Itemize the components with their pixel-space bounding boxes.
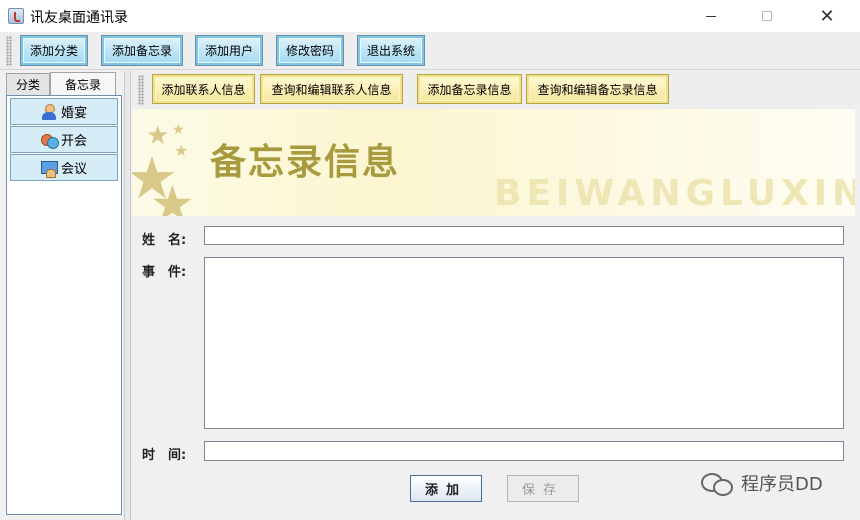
java-cup-icon	[8, 8, 24, 24]
time-label: 时 间:	[142, 448, 187, 463]
list-item[interactable]: 开会	[10, 126, 118, 153]
wechat-icon	[701, 471, 733, 496]
toolbar-grip[interactable]	[6, 36, 12, 66]
banner-title: 备忘录信息	[210, 142, 401, 183]
meeting-icon	[40, 160, 58, 178]
add-category-label: 添加分类	[23, 38, 85, 63]
event-textarea[interactable]	[204, 257, 844, 429]
star-icon: ★	[150, 175, 195, 216]
add-memo-button[interactable]: 添加备忘录	[101, 35, 183, 66]
name-input[interactable]	[204, 226, 844, 245]
list-item-label: 婚宴	[60, 106, 87, 121]
minimize-button[interactable]	[688, 0, 734, 32]
star-icon: ★	[174, 141, 189, 160]
list-item[interactable]: 婚宴	[10, 98, 118, 125]
query-edit-contact-button[interactable]: 查询和编辑联系人信息	[260, 74, 403, 104]
list-item[interactable]: 会议	[10, 154, 118, 181]
query-edit-contact-label: 查询和编辑联系人信息	[263, 77, 400, 101]
star-icon: ★	[172, 122, 185, 138]
close-button[interactable]: ✕	[804, 0, 850, 32]
close-icon: ✕	[819, 5, 835, 27]
watermark-text: 程序员DD	[741, 474, 823, 495]
add-memo-info-label: 添加备忘录信息	[420, 77, 519, 101]
sub-toolbar-grip[interactable]	[138, 75, 144, 105]
change-password-label: 修改密码	[279, 38, 341, 63]
banner-subtitle: BEIWANGLUXINXI	[494, 173, 855, 214]
person-icon	[41, 103, 57, 120]
group-icon	[40, 132, 59, 149]
minimize-icon	[706, 15, 716, 17]
title-bar: 讯友桌面通讯录 ✕	[0, 0, 860, 32]
add-contact-info-label: 添加联系人信息	[155, 77, 252, 101]
left-panel: 分类 备忘录 婚宴 开会 会议	[2, 71, 123, 517]
add-category-button[interactable]: 添加分类	[20, 35, 88, 66]
sub-toolbar: 添加联系人信息 查询和编辑联系人信息 添加备忘录信息 查询和编辑备忘录信息	[132, 71, 860, 109]
query-edit-memo-button[interactable]: 查询和编辑备忘录信息	[526, 74, 669, 104]
add-user-label: 添加用户	[198, 38, 260, 63]
change-password-button[interactable]: 修改密码	[276, 35, 344, 66]
left-tabs: 分类 备忘录	[6, 72, 120, 96]
add-user-button[interactable]: 添加用户	[195, 35, 263, 66]
name-label: 姓 名:	[142, 233, 187, 248]
maximize-button[interactable]	[744, 0, 790, 32]
save-button[interactable]: 保存	[507, 475, 579, 502]
watermark: 程序员DD	[701, 470, 823, 496]
add-button[interactable]: 添加	[410, 475, 482, 502]
memo-list: 婚宴 开会 会议	[6, 95, 122, 515]
add-contact-info-button[interactable]: 添加联系人信息	[152, 74, 255, 104]
star-icon: ★	[146, 121, 170, 151]
add-memo-info-button[interactable]: 添加备忘录信息	[417, 74, 522, 104]
exit-system-label: 退出系统	[360, 38, 422, 63]
exit-system-button[interactable]: 退出系统	[357, 35, 425, 66]
list-item-label: 开会	[60, 134, 87, 149]
window-title: 讯友桌面通讯录	[30, 10, 128, 26]
tab-memo[interactable]: 备忘录	[50, 72, 116, 96]
memo-banner: ★ ★ ★ ★ ★ 备忘录信息 BEIWANGLUXINXI	[132, 109, 855, 216]
list-item-label: 会议	[60, 162, 87, 177]
maximize-icon	[762, 11, 772, 21]
event-label: 事 件:	[142, 265, 187, 280]
main-toolbar: 添加分类 添加备忘录 添加用户 修改密码 退出系统	[0, 32, 860, 70]
add-memo-label: 添加备忘录	[104, 38, 180, 63]
tab-category[interactable]: 分类	[6, 73, 50, 95]
split-pane-divider[interactable]	[124, 71, 131, 520]
query-edit-memo-label: 查询和编辑备忘录信息	[529, 77, 666, 101]
time-input[interactable]	[204, 441, 844, 461]
